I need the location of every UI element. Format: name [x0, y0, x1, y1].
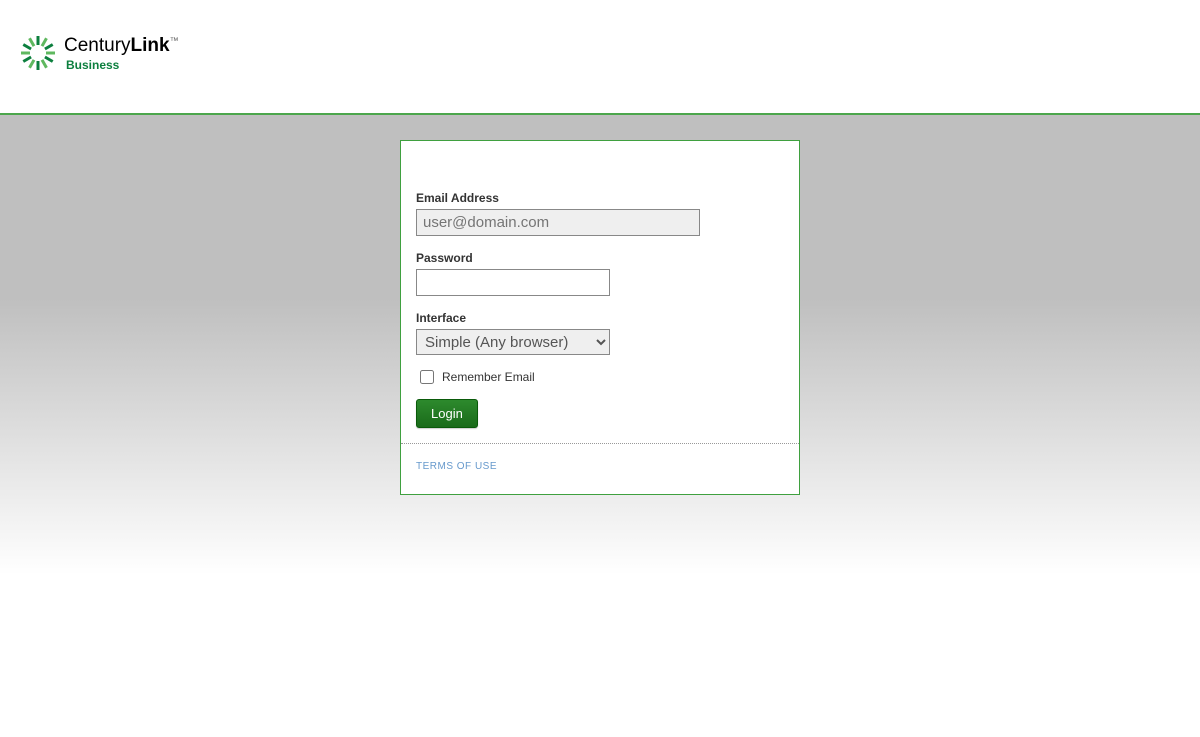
email-label: Email Address — [416, 191, 784, 205]
brand-subtitle: Business — [66, 59, 179, 71]
password-field-group: Password — [416, 251, 784, 296]
login-footer: TERMS OF USE — [401, 443, 799, 494]
interface-label: Interface — [416, 311, 784, 325]
interface-field-group: Interface Simple (Any browser) — [416, 311, 784, 355]
terms-link[interactable]: TERMS OF USE — [416, 461, 497, 472]
remember-checkbox[interactable] — [420, 370, 434, 384]
brand-name-part2: Link — [131, 35, 170, 56]
content-area: Email Address Password Interface Simple … — [0, 115, 1200, 575]
email-field-group: Email Address — [416, 191, 784, 236]
password-label: Password — [416, 251, 784, 265]
remember-label: Remember Email — [442, 370, 535, 384]
remember-row: Remember Email — [420, 370, 784, 384]
email-input[interactable] — [416, 209, 700, 236]
login-form: Email Address Password Interface Simple … — [401, 141, 799, 443]
password-input[interactable] — [416, 269, 610, 296]
logo-mark-icon — [20, 35, 56, 71]
interface-select[interactable]: Simple (Any browser) — [416, 329, 610, 355]
brand-name-part1: Century — [64, 35, 131, 56]
login-box: Email Address Password Interface Simple … — [400, 140, 800, 495]
header: CenturyLink™ Business — [0, 0, 1200, 115]
brand-tm: ™ — [170, 35, 179, 45]
login-button[interactable]: Login — [416, 399, 478, 428]
logo: CenturyLink™ Business — [20, 35, 1200, 71]
brand-text: CenturyLink™ Business — [64, 36, 179, 71]
brand-name: CenturyLink™ — [64, 36, 179, 55]
